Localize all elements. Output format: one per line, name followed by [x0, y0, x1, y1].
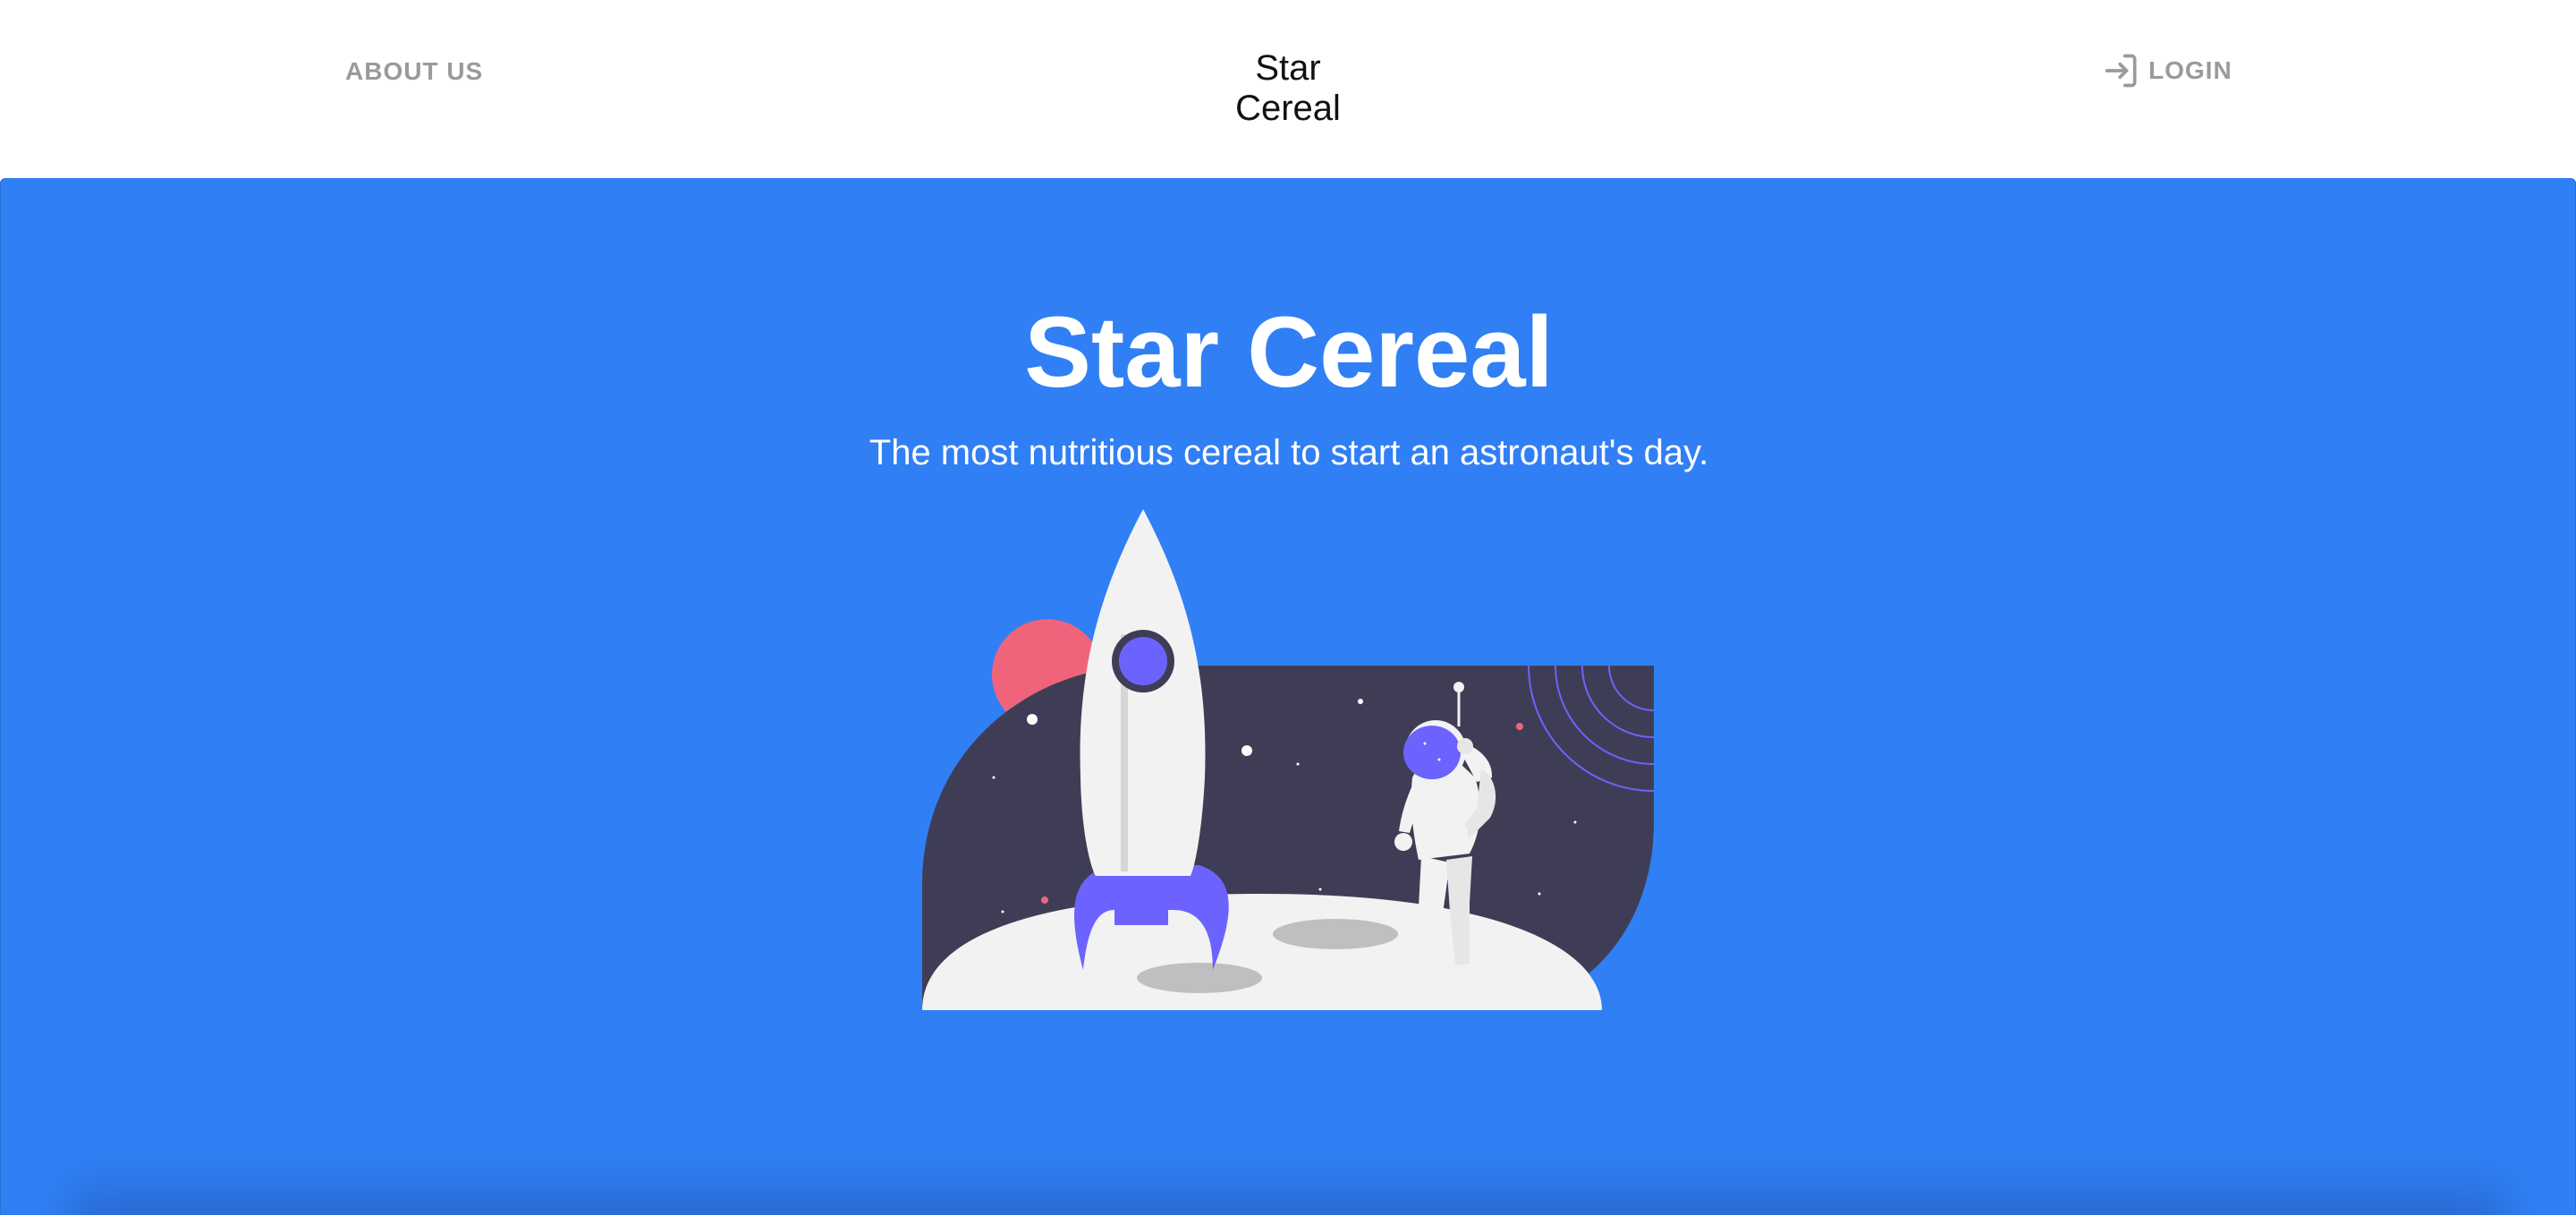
moon-crater [1137, 963, 1262, 993]
moon-crater [1273, 919, 1398, 949]
hero-subtitle: The most nutritious cereal to start an a… [869, 433, 1709, 472]
login-arrow-icon [2102, 51, 2141, 90]
login-label: LOGIN [2148, 56, 2233, 84]
rocket-nozzle [1114, 894, 1168, 925]
rocket-window-glass [1119, 637, 1167, 685]
rocket-body [1080, 509, 1206, 876]
hero-section: Star Cereal The most nutritious cereal t… [0, 178, 2576, 1215]
about-us-link[interactable]: ABOUT US [345, 57, 483, 86]
brand-title: Star Cereal [1235, 48, 1341, 128]
hero-title: Star Cereal [1024, 296, 1554, 408]
login-link[interactable]: LOGIN [2102, 51, 2233, 90]
top-navigation-bar: ABOUT US Star Cereal LOGIN [0, 0, 2576, 179]
astronaut-rocket-illustration [922, 509, 1654, 1010]
